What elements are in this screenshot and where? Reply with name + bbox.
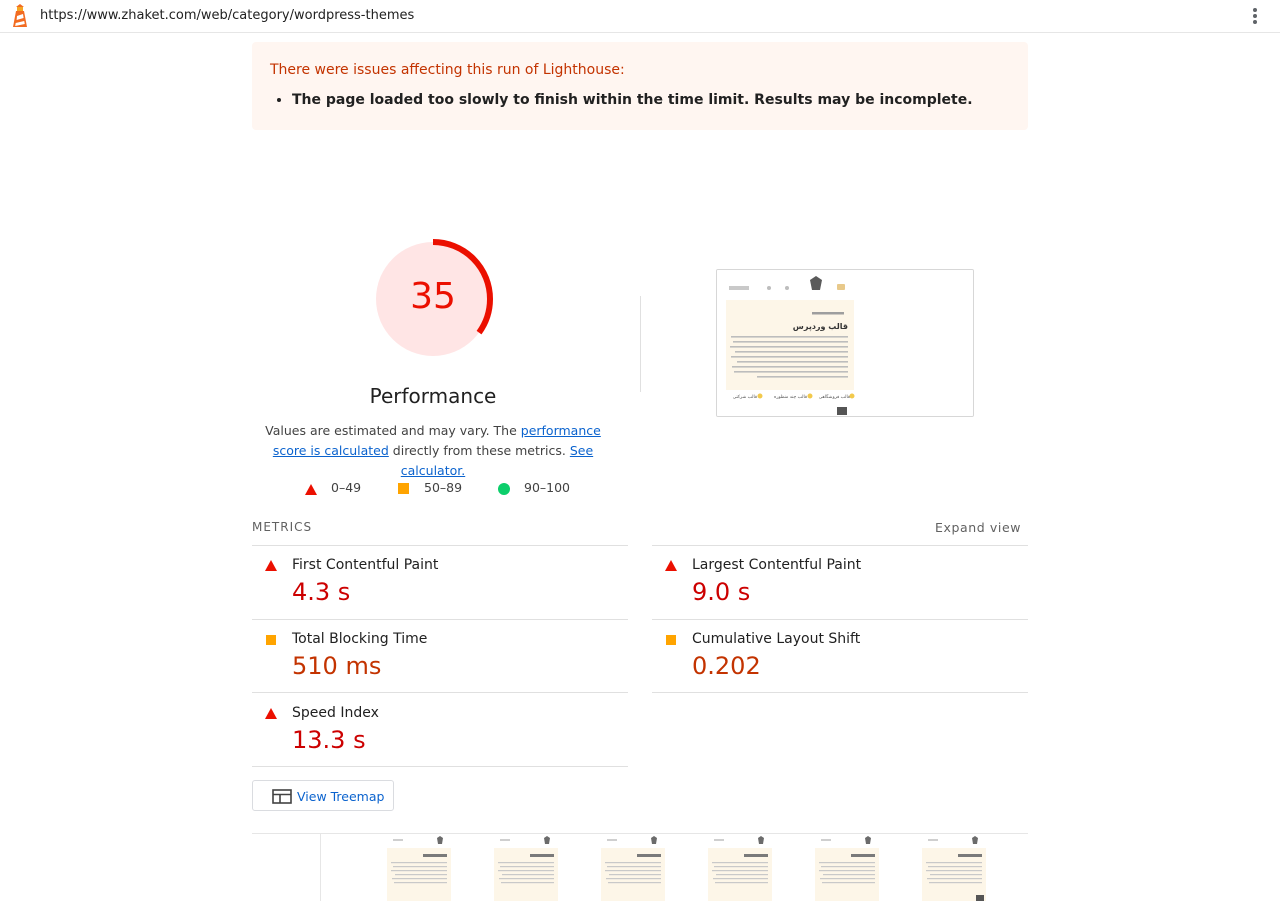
legend-pass-label: 90–100	[524, 480, 571, 495]
square-icon	[398, 483, 409, 494]
metric-label: First Contentful Paint	[292, 557, 439, 573]
filmstrip-frame	[387, 834, 451, 901]
filmstrip	[252, 833, 1028, 901]
page-url: https://www.zhaket.com/web/category/word…	[40, 8, 415, 23]
metric-value: 510 ms	[292, 652, 382, 680]
fail-triangle-icon	[265, 560, 277, 571]
divider	[652, 692, 1028, 693]
more-options-icon[interactable]	[1245, 6, 1265, 26]
thumb-heading: قالب وردپرس	[793, 322, 848, 332]
fail-triangle-icon	[265, 708, 277, 719]
gauge-score: 35	[410, 276, 456, 317]
desc-prefix: Values are estimated and may vary. The	[265, 423, 521, 438]
warning-list: The page loaded too slowly to finish wit…	[292, 92, 973, 108]
screenshot-svg: قالب وردپرس قالب فروشگاهی قالب چند منظور…	[717, 270, 973, 416]
circle-icon	[498, 483, 510, 495]
divider	[652, 619, 1028, 620]
lighthouse-logo-icon	[13, 4, 27, 27]
filmstrip-frame	[601, 834, 665, 901]
metric-label: Largest Contentful Paint	[692, 557, 862, 573]
desc-middle: directly from these metrics.	[388, 443, 570, 458]
view-treemap-label: View Treemap	[297, 789, 385, 804]
divider	[252, 545, 628, 546]
view-treemap-button[interactable]: View Treemap	[252, 780, 394, 811]
fail-triangle-icon	[665, 560, 677, 571]
metric-value: 4.3 s	[292, 578, 351, 606]
metric-value: 0.202	[692, 652, 761, 680]
average-square-icon	[666, 635, 676, 645]
filmstrip-frame	[922, 834, 986, 901]
metric-label: Total Blocking Time	[292, 631, 428, 647]
gauge-title: Performance	[369, 384, 497, 408]
metric-value: 9.0 s	[692, 578, 751, 606]
average-square-icon	[266, 635, 276, 645]
warning-title: There were issues affecting this run of …	[270, 62, 625, 78]
triangle-icon	[305, 484, 317, 495]
performance-gauge[interactable]: 35	[372, 238, 494, 360]
legend-average-label: 50–89	[424, 480, 463, 495]
gauge-description: Values are estimated and may vary. The p…	[252, 421, 614, 481]
metric-value: 13.3 s	[292, 726, 366, 754]
filmstrip-frame	[494, 834, 558, 901]
top-bar: https://www.zhaket.com/web/category/word…	[0, 0, 1280, 33]
divider	[252, 766, 628, 767]
divider	[252, 692, 628, 693]
divider	[252, 619, 628, 620]
legend-fail-label: 0–49	[331, 480, 362, 495]
filmstrip-frame	[815, 834, 879, 901]
metric-label: Speed Index	[292, 705, 379, 721]
metric-label: Cumulative Layout Shift	[692, 631, 861, 647]
run-warnings: There were issues affecting this run of …	[252, 42, 1028, 130]
metrics-heading: METRICS	[252, 520, 313, 534]
filmstrip-frame	[708, 834, 772, 901]
thumb-chip-2: قالب چند منظوره	[774, 395, 807, 400]
treemap-icon	[272, 789, 292, 804]
thumb-chip-3: قالب شرکتی	[733, 394, 757, 400]
warning-item: The page loaded too slowly to finish wit…	[292, 92, 973, 108]
expand-view-toggle[interactable]: Expand view	[935, 520, 1021, 535]
divider	[652, 545, 1028, 546]
filmstrip-frame	[252, 834, 321, 901]
thumb-chip-1: قالب فروشگاهی	[819, 393, 850, 400]
final-screenshot[interactable]: قالب وردپرس قالب فروشگاهی قالب چند منظور…	[716, 269, 974, 417]
vertical-divider	[640, 296, 641, 392]
